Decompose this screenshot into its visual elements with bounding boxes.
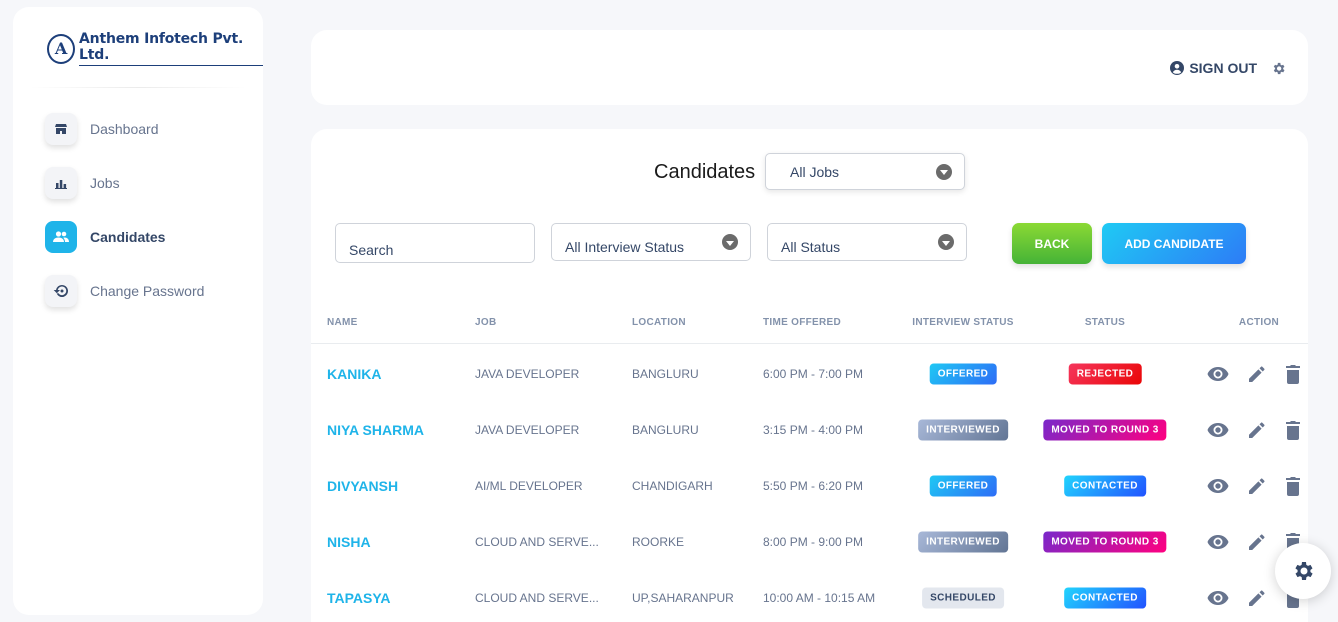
status-filter-value: All Status [781, 239, 841, 255]
column-header-interview-status: INTERVIEW STATUS [912, 317, 1014, 328]
edit-pencil-icon[interactable] [1247, 588, 1267, 608]
logo-text: Anthem Infotech Pvt. Ltd. [79, 31, 263, 66]
view-eye-icon[interactable] [1207, 422, 1229, 438]
chart-icon [45, 167, 77, 199]
sign-out-button[interactable]: SIGN OUT [1170, 60, 1257, 76]
table-header: NAME JOB LOCATION TIME OFFERED INTERVIEW… [311, 317, 1308, 344]
candidate-time-offered: 10:00 AM - 10:15 AM [763, 591, 876, 605]
dropdown-arrow-icon [722, 234, 738, 250]
interview-status-filter[interactable]: All Interview Status [551, 223, 751, 261]
delete-trash-icon[interactable] [1285, 476, 1301, 496]
status-badge: CONTACTED [1064, 475, 1146, 497]
sidebar-item-dashboard[interactable]: Dashboard [45, 113, 204, 145]
sidebar-item-jobs[interactable]: Jobs [45, 167, 204, 199]
candidate-job: CLOUD AND SERVE... [475, 535, 599, 549]
column-header-job: JOB [475, 317, 497, 328]
candidate-location: CHANDIGARH [632, 479, 713, 493]
edit-pencil-icon[interactable] [1247, 364, 1267, 384]
candidate-name-link[interactable]: DIVYANSH [327, 478, 398, 494]
delete-trash-icon[interactable] [1285, 420, 1301, 440]
candidate-time-offered: 8:00 PM - 9:00 PM [763, 535, 864, 549]
table-row: DIVYANSH AI/ML DEVELOPER CHANDIGARH 5:50… [311, 458, 1308, 514]
gear-icon [1291, 559, 1315, 583]
candidate-time-offered: 5:50 PM - 6:20 PM [763, 479, 864, 493]
store-icon [45, 113, 77, 145]
column-header-time: TIME OFFERED [763, 317, 842, 328]
view-eye-icon[interactable] [1207, 590, 1229, 606]
candidate-name-link[interactable]: NISHA [327, 534, 371, 550]
status-badge: MOVED TO ROUND 3 [1043, 531, 1167, 553]
dropdown-arrow-icon [936, 163, 952, 180]
candidate-job: AI/ML DEVELOPER [475, 479, 583, 493]
status-badge: CONTACTED [1064, 587, 1146, 609]
top-navbar: SIGN OUT [311, 30, 1308, 105]
column-header-status: STATUS [1084, 317, 1126, 328]
account-circle-icon [1170, 61, 1185, 75]
candidate-name-link[interactable]: KANIKA [327, 366, 381, 382]
sidebar-divider [29, 87, 247, 88]
candidate-name-link[interactable]: TAPASYA [327, 590, 391, 606]
sidebar-item-label: Candidates [90, 229, 166, 245]
delete-trash-icon[interactable] [1285, 364, 1301, 384]
sidebar-item-label: Jobs [90, 175, 120, 191]
configurator-gear-button[interactable] [1275, 543, 1331, 599]
table-row: KANIKA JAVA DEVELOPER BANGLURU 6:00 PM -… [311, 346, 1308, 402]
column-header-location: LOCATION [632, 317, 686, 328]
sidebar: A Anthem Infotech Pvt. Ltd. Dashboard Jo… [13, 7, 263, 615]
restore-icon [45, 275, 77, 307]
status-filter[interactable]: All Status [767, 223, 967, 261]
row-actions [1207, 476, 1301, 496]
candidate-location: UP,SAHARANPUR [632, 591, 734, 605]
jobs-filter-value: All Jobs [790, 163, 840, 180]
page-title: Candidates [654, 161, 756, 183]
candidate-job: JAVA DEVELOPER [475, 367, 580, 381]
interview-status-badge: INTERVIEWED [918, 419, 1008, 441]
jobs-filter-select[interactable]: All Jobs [765, 153, 965, 190]
status-badge: MOVED TO ROUND 3 [1043, 419, 1167, 441]
column-header-name: NAME [327, 317, 358, 328]
row-actions [1207, 420, 1301, 440]
sidebar-nav: Dashboard Jobs Candidates Change Passwor… [45, 113, 204, 329]
add-candidate-button[interactable]: ADD CANDIDATE [1102, 223, 1246, 264]
sidebar-item-candidates[interactable]: Candidates [45, 221, 204, 253]
logo-mark: A [47, 33, 76, 64]
edit-pencil-icon[interactable] [1247, 532, 1267, 552]
candidate-location: ROORKE [632, 535, 685, 549]
edit-pencil-icon[interactable] [1247, 476, 1267, 496]
candidate-time-offered: 6:00 PM - 7:00 PM [763, 367, 864, 381]
interview-status-badge: OFFERED [929, 475, 997, 497]
candidate-job: JAVA DEVELOPER [475, 423, 580, 437]
table-row: TAPASYA CLOUD AND SERVE... UP,SAHARANPUR… [311, 570, 1308, 622]
status-badge: REJECTED [1068, 363, 1142, 385]
interview-status-badge: INTERVIEWED [918, 531, 1008, 553]
settings-gear-icon[interactable] [1271, 61, 1286, 81]
view-eye-icon[interactable] [1207, 478, 1229, 494]
back-button[interactable]: BACK [1012, 223, 1092, 264]
table-row: NIYA SHARMA JAVA DEVELOPER BANGLURU 3:15… [311, 402, 1308, 458]
candidates-card: Candidates All Jobs All Interview Status… [311, 129, 1308, 622]
edit-pencil-icon[interactable] [1247, 420, 1267, 440]
view-eye-icon[interactable] [1207, 534, 1229, 550]
interview-status-badge: SCHEDULED [922, 587, 1004, 609]
column-header-action: ACTION [1238, 317, 1280, 328]
table-row: NISHA CLOUD AND SERVE... ROORKE 8:00 PM … [311, 514, 1308, 570]
candidate-location: BANGLURU [632, 423, 699, 437]
candidate-time-offered: 3:15 PM - 4:00 PM [763, 423, 864, 437]
row-actions [1207, 364, 1301, 384]
view-eye-icon[interactable] [1207, 366, 1229, 382]
interview-status-filter-value: All Interview Status [565, 239, 685, 255]
candidate-name-link[interactable]: NIYA SHARMA [327, 422, 424, 438]
company-logo[interactable]: A Anthem Infotech Pvt. Ltd. [47, 31, 263, 66]
candidate-location: BANGLURU [632, 367, 699, 381]
interview-status-badge: OFFERED [929, 363, 997, 385]
sidebar-item-label: Change Password [90, 283, 205, 299]
sidebar-item-change-password[interactable]: Change Password [45, 275, 204, 307]
sign-out-label: SIGN OUT [1189, 60, 1257, 76]
people-icon [45, 221, 77, 253]
sidebar-item-label: Dashboard [90, 121, 159, 137]
dropdown-arrow-icon [938, 234, 954, 250]
candidate-job: CLOUD AND SERVE... [475, 591, 599, 605]
search-input[interactable] [335, 223, 535, 263]
